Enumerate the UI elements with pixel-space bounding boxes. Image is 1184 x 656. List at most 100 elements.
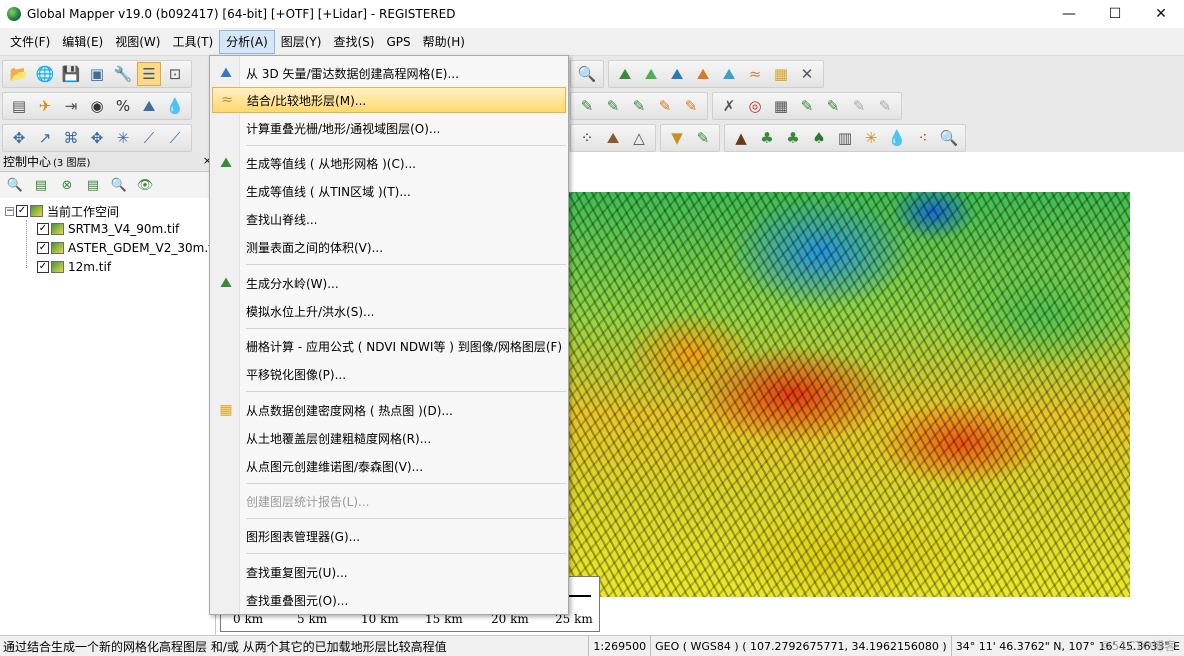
frame-icon[interactable]: ⊡ — [163, 62, 187, 86]
draw-curve-icon[interactable]: ✎ — [601, 94, 625, 118]
menu-analysis[interactable]: 分析(A) — [219, 29, 275, 54]
open-folder-icon[interactable]: 📂 — [7, 62, 31, 86]
terrain-orange-icon[interactable]: ⛰ — [691, 62, 715, 86]
layer-checkbox[interactable]: ✓ — [37, 261, 49, 273]
menu-gps[interactable]: GPS — [380, 30, 416, 54]
draw-point-icon[interactable]: ✎ — [653, 94, 677, 118]
point-cloud-icon[interactable]: ⁘ — [575, 126, 599, 150]
layer-item[interactable]: ✓ 12m.tif — [37, 258, 111, 276]
menu-item-contours-grid[interactable]: ⛰ 生成等值线 ( 从地形网格 )(C)... — [212, 150, 566, 176]
menu-item-combine-terrain[interactable]: ≈ 结合/比较地形层(M)... — [212, 87, 566, 113]
globe-icon[interactable]: 🌐 — [33, 62, 57, 86]
zoom-page-icon[interactable]: 🔍 — [575, 62, 599, 86]
menu-item-calc-overlap[interactable]: 计算重叠光栅/地形/通视域图层(O)... — [212, 115, 566, 141]
layer-view-icon[interactable]: 👁 — [133, 173, 157, 197]
menu-item-chart-manager[interactable]: 图形图表管理器(G)... — [212, 523, 566, 549]
menu-file[interactable]: 文件(F) — [4, 30, 56, 54]
menu-item-contours-tin[interactable]: 生成等值线 ( 从TIN区域 )(T)... — [212, 178, 566, 204]
powerline-icon[interactable]: ✳ — [859, 126, 883, 150]
shrub-icon[interactable]: ♣ — [781, 126, 805, 150]
menu-item-pan-sharpen[interactable]: 平移锐化图像(P)... — [212, 361, 566, 387]
heatmap-icon[interactable]: ▦ — [769, 62, 793, 86]
menu-tools[interactable]: 工具(T) — [166, 30, 219, 54]
menu-item-flood[interactable]: 模拟水位上升/洪水(S)... — [212, 298, 566, 324]
filter-icon[interactable]: ▼ — [665, 126, 689, 150]
draw-area-icon[interactable]: ✎ — [627, 94, 651, 118]
terrain-blue-icon[interactable]: ⛰ — [665, 62, 689, 86]
menu-item-raster-calc[interactable]: 栅格计算 - 应用公式 ( NDVI NDWI等 ) 到图像/网格图层(F) — [212, 333, 566, 359]
line-tool-icon[interactable]: ⟋ — [137, 126, 161, 150]
drop-icon[interactable]: 💧 — [163, 94, 187, 118]
terrain-icon[interactable]: ⛰ — [613, 62, 637, 86]
layer-item[interactable]: ✓ SRTM3_V4_90m.tif — [37, 220, 179, 238]
maximize-button[interactable]: ☐ — [1092, 0, 1138, 28]
menu-item-roughness-grid[interactable]: 从土地覆盖层创建粗糙度网格(R)... — [212, 425, 566, 451]
water-icon[interactable]: 💧 — [885, 126, 909, 150]
terrain-flood-icon[interactable]: ⛰ — [717, 62, 741, 86]
lidar-icon[interactable]: ⛰ — [601, 126, 625, 150]
menu-help[interactable]: 帮助(H) — [417, 30, 471, 54]
menu-item-find-duplicates[interactable]: 查找重复图元(U)... — [212, 559, 566, 585]
workspace-checkbox[interactable]: ✓ — [16, 205, 28, 217]
menu-item-find-overlaps[interactable]: 查找重叠图元(O)... — [212, 587, 566, 613]
menu-layer[interactable]: 图层(Y) — [275, 30, 328, 54]
save-icon[interactable]: 💾 — [59, 62, 83, 86]
layer-checkbox[interactable]: ✓ — [37, 223, 49, 235]
pan-all-icon[interactable]: ✥ — [85, 126, 109, 150]
edit-layer-icon[interactable]: ✎ — [691, 126, 715, 150]
zoom-layer-icon[interactable]: 🔍 — [3, 173, 27, 197]
menu-item-density-grid[interactable]: ▦ 从点数据创建密度网格 ( 热点图 )(D)... — [212, 397, 566, 423]
path-tool-icon[interactable]: ✈ — [33, 94, 57, 118]
slope-icon[interactable]: % — [111, 94, 135, 118]
menu-edit[interactable]: 编辑(E) — [56, 30, 109, 54]
layers-icon[interactable]: ☰ — [137, 62, 161, 86]
search-point-icon[interactable]: 🔍 — [937, 126, 961, 150]
menu-view[interactable]: 视图(W) — [109, 30, 166, 54]
measure-icon[interactable]: ✗ — [717, 94, 741, 118]
tree-icon[interactable]: ♠ — [807, 126, 831, 150]
vertex-icon[interactable]: ⌘ — [59, 126, 83, 150]
wrench-icon[interactable]: 🔧 — [111, 62, 135, 86]
menu-search[interactable]: 查找(S) — [327, 30, 380, 54]
eraser2-icon[interactable]: ✎ — [873, 94, 897, 118]
layer-up-icon[interactable]: ▤ — [81, 173, 105, 197]
building-icon[interactable]: ▥ — [833, 126, 857, 150]
layer-remove-icon[interactable]: ⊗ — [55, 173, 79, 197]
draw-edit-icon[interactable]: ✎ — [679, 94, 703, 118]
mountain-icon[interactable]: ▲ — [729, 126, 753, 150]
collapse-icon[interactable]: − — [5, 206, 14, 216]
close-button[interactable]: ✕ — [1138, 0, 1184, 28]
split-icon[interactable]: ⇥ — [59, 94, 83, 118]
pan-icon[interactable]: ✥ — [7, 126, 31, 150]
grid-icon[interactable]: ▤ — [7, 94, 31, 118]
grid-edit-icon[interactable]: ▦ — [769, 94, 793, 118]
pencil-icon[interactable]: ✎ — [795, 94, 819, 118]
grass-icon[interactable]: ♣ — [755, 126, 779, 150]
layer-checkbox[interactable]: ✓ — [37, 242, 49, 254]
eraser-icon[interactable]: ✎ — [847, 94, 871, 118]
workspace-node[interactable]: − ✓ 当前工作空间 — [5, 202, 119, 220]
move-icon[interactable]: ↗ — [33, 126, 57, 150]
menu-item-ridge-lines[interactable]: 查找山脊线... — [212, 206, 566, 232]
minimize-button[interactable]: — — [1046, 0, 1092, 28]
terrain-green-icon[interactable]: ⛰ — [639, 62, 663, 86]
delete-icon[interactable]: ✕ — [795, 62, 819, 86]
layout-icon[interactable]: ▣ — [85, 62, 109, 86]
triangle-icon[interactable]: △ — [627, 126, 651, 150]
reshape-icon[interactable]: ⟋ — [163, 126, 187, 150]
noise-icon[interactable]: ⁖ — [911, 126, 935, 150]
menu-item-voronoi[interactable]: 从点图元创建维诺图/泰森图(V)... — [212, 453, 566, 479]
menu-item-volume[interactable]: 测量表面之间的体积(V)... — [212, 234, 566, 260]
3d-view-icon[interactable]: ◉ — [85, 94, 109, 118]
elevation-icon[interactable]: ⛰ — [137, 94, 161, 118]
layer-search-icon[interactable]: 🔍 — [107, 173, 131, 197]
layer-item[interactable]: ✓ ASTER_GDEM_V2_30m.tif — [37, 239, 220, 257]
target-icon[interactable]: ◎ — [743, 94, 767, 118]
draw-line-icon[interactable]: ✎ — [575, 94, 599, 118]
menu-item-create-elevation-grid[interactable]: ⛰ 从 3D 矢量/雷达数据创建高程网格(E)... — [212, 60, 566, 86]
combine-terrain-icon[interactable]: ≈ — [743, 62, 767, 86]
feature-edit-icon[interactable]: ✎ — [821, 94, 845, 118]
layer-add-icon[interactable]: ▤ — [29, 173, 53, 197]
menu-item-watershed[interactable]: ⛰ 生成分水岭(W)... — [212, 270, 566, 296]
snap-icon[interactable]: ✳ — [111, 126, 135, 150]
